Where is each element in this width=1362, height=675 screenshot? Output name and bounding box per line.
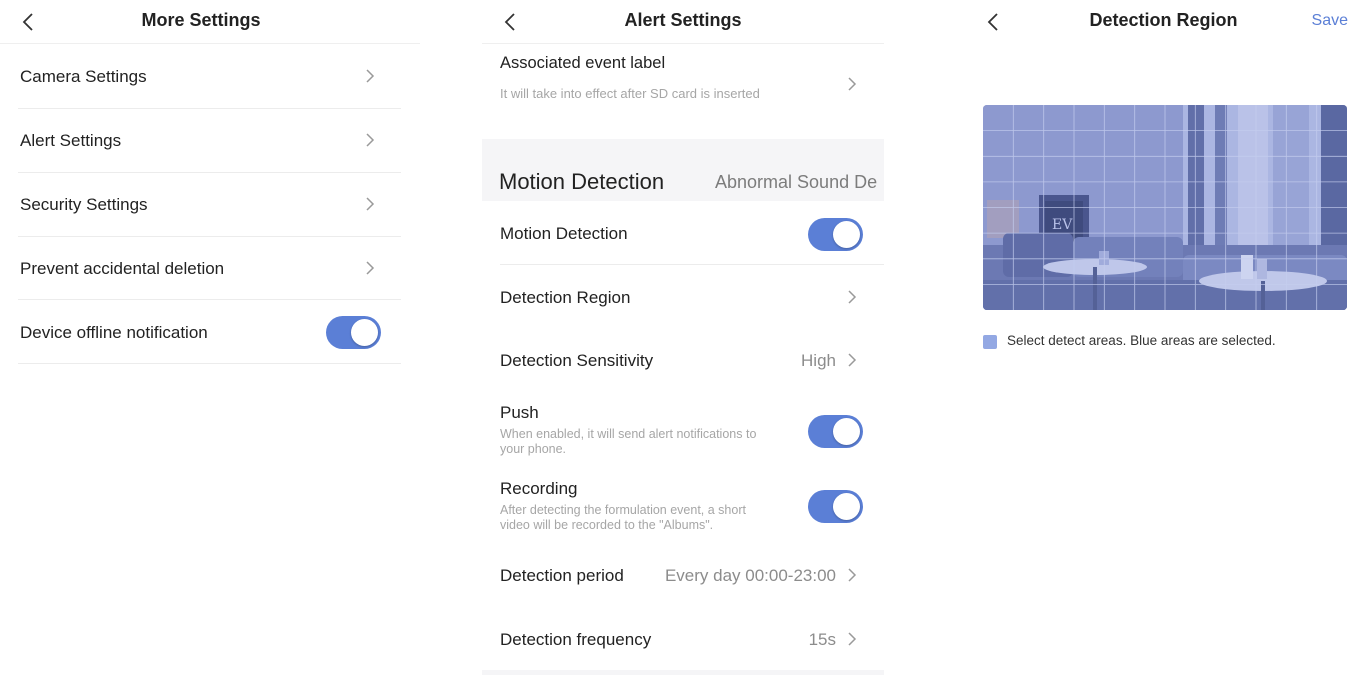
- settings-item-label: Prevent accidental deletion: [20, 259, 225, 278]
- detection-sensitivity-label: Detection Sensitivity: [500, 351, 654, 370]
- detection-sensitivity-value: High: [801, 351, 836, 370]
- settings-item-label: Camera Settings: [20, 67, 147, 86]
- divider: [18, 236, 401, 237]
- detection-period-value: Every day 00:00-23:00: [664, 566, 836, 585]
- detection-frequency-label: Detection frequency: [500, 630, 652, 649]
- bottom-separator: [482, 670, 884, 675]
- alert-settings-screen: Alert Settings Associated event label It…: [482, 0, 884, 675]
- page-title: Detection Region: [1089, 10, 1238, 30]
- divider: [18, 108, 401, 109]
- more-settings-screen: More Settings Camera Settings Alert Sett…: [0, 0, 420, 675]
- chevron-right-icon: [365, 68, 375, 84]
- region-legend-text: Select detect areas. Blue areas are sele…: [1007, 333, 1276, 348]
- tab-bar: Motion Detection Abnormal Sound De: [482, 139, 884, 201]
- chevron-right-icon: [847, 76, 857, 92]
- camera-preview-image: EV: [983, 105, 1347, 310]
- motion-detection-toggle[interactable]: [808, 218, 863, 251]
- nav-bar: Detection Region Save: [965, 0, 1362, 44]
- push-sub-line2: your phone.: [500, 442, 567, 456]
- divider: [18, 299, 401, 300]
- settings-item-label: Alert Settings: [20, 131, 122, 150]
- divider: [18, 363, 401, 364]
- nav-bar: Alert Settings: [482, 0, 884, 44]
- camera-preview-region-grid[interactable]: EV: [983, 105, 1347, 310]
- push-toggle[interactable]: [808, 415, 863, 448]
- divider: [18, 172, 401, 173]
- associated-event-sub: It will take into effect after SD card i…: [500, 86, 760, 101]
- tab-abnormal-sound[interactable]: Abnormal Sound De: [715, 172, 877, 193]
- associated-event-label: Associated event label: [500, 54, 666, 72]
- page-title: More Settings: [141, 10, 261, 30]
- settings-item-label: Device offline notification: [20, 323, 208, 342]
- recording-sub-line1: After detecting the formulation event, a…: [500, 503, 746, 517]
- chevron-right-icon: [847, 631, 857, 647]
- push-sub-line1: When enabled, it will send alert notific…: [500, 427, 757, 441]
- chevron-right-icon: [847, 352, 857, 368]
- offline-notification-toggle[interactable]: [326, 316, 381, 349]
- chevron-right-icon: [847, 567, 857, 583]
- detection-region-label: Detection Region: [500, 288, 631, 307]
- nav-bar: More Settings: [0, 0, 420, 44]
- recording-toggle[interactable]: [808, 490, 863, 523]
- chevron-right-icon: [365, 196, 375, 212]
- detection-region-screen: Detection Region Save EV Select detect a…: [965, 0, 1362, 675]
- push-label: Push: [500, 403, 539, 422]
- motion-detection-label: Motion Detection: [500, 224, 628, 243]
- chevron-right-icon: [847, 289, 857, 305]
- divider: [500, 264, 884, 265]
- recording-sub-line2: video will be recorded to the "Albums".: [500, 518, 714, 532]
- detection-period-label: Detection period: [500, 566, 624, 585]
- chevron-right-icon: [365, 260, 375, 276]
- recording-label: Recording: [500, 479, 578, 498]
- tab-motion-detection[interactable]: Motion Detection: [499, 169, 664, 195]
- chevron-right-icon: [365, 132, 375, 148]
- selected-area-legend-swatch: [983, 335, 997, 349]
- detection-frequency-value: 15s: [808, 630, 836, 649]
- page-title: Alert Settings: [624, 10, 742, 30]
- settings-item-label: Security Settings: [20, 195, 148, 214]
- save-button[interactable]: Save: [1312, 12, 1348, 30]
